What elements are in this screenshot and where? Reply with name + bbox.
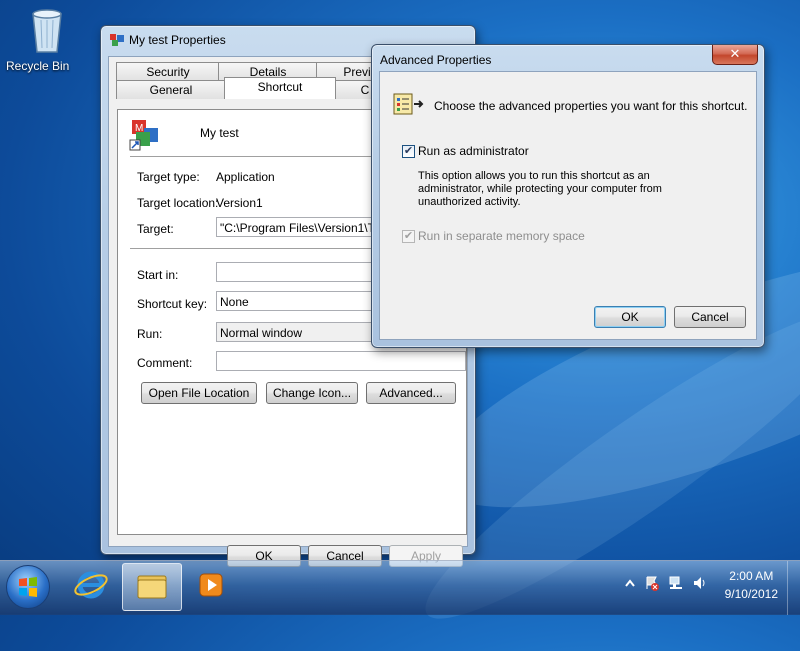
advanced-cancel-button[interactable]: Cancel <box>674 306 746 328</box>
taskbar-internet-explorer[interactable] <box>62 563 120 609</box>
change-icon-button[interactable]: Change Icon... <box>266 382 358 404</box>
start-in-label: Start in: <box>137 268 179 282</box>
tab-shortcut[interactable]: Shortcut <box>224 77 336 99</box>
taskbar-windows-explorer[interactable] <box>122 563 182 611</box>
comment-input[interactable] <box>216 351 466 371</box>
recycle-bin-icon <box>32 9 62 53</box>
taskbar: 2:00 AM 9/10/2012 <box>0 560 800 615</box>
separate-memory-label: Run in separate memory space <box>418 229 585 243</box>
recycle-bin-label: Recycle Bin <box>6 59 70 73</box>
properties-title: My test Properties <box>129 33 226 47</box>
advanced-prompt: Choose the advanced properties you want … <box>434 99 748 113</box>
target-type-label: Target type: <box>137 170 200 184</box>
run-label: Run: <box>137 327 163 341</box>
windows-logo-icon <box>19 577 37 597</box>
clock-time: 2:00 AM <box>729 569 774 583</box>
advanced-button[interactable]: Advanced... <box>366 382 456 404</box>
taskbar-media-player[interactable] <box>182 563 240 609</box>
target-type-value: Application <box>216 170 275 184</box>
run-as-admin-description-line-2: administrator, while protecting your com… <box>418 183 662 195</box>
shortcut-app-icon <box>110 34 124 46</box>
folder-icon <box>137 575 167 599</box>
open-file-location-button[interactable]: Open File Location <box>141 382 257 404</box>
clock-date: 9/10/2012 <box>724 587 778 601</box>
run-as-admin-label[interactable]: Run as administrator <box>418 144 529 158</box>
recycle-bin-shortcut[interactable]: Recycle Bin <box>6 6 74 73</box>
show-desktop-button[interactable] <box>787 561 800 615</box>
run-as-admin-description-line-3: unauthorized activity. <box>418 196 521 208</box>
start-button[interactable] <box>6 565 50 609</box>
properties-list-icon <box>393 93 424 115</box>
advanced-properties-dialog: Advanced Properties ✕ Choose the advance… <box>371 44 765 348</box>
target-label: Target: <box>137 222 174 236</box>
volume-icon[interactable] <box>692 575 708 591</box>
tab-security[interactable]: Security <box>116 62 220 81</box>
comment-label: Comment: <box>137 356 193 370</box>
internet-explorer-icon <box>74 571 108 599</box>
separate-memory-checkbox: ✔ <box>402 230 415 243</box>
advanced-client: Choose the advanced properties you want … <box>379 71 757 340</box>
advanced-titlebar[interactable]: Advanced Properties ✕ <box>372 45 764 73</box>
action-center-icon[interactable] <box>644 575 660 591</box>
advanced-title: Advanced Properties <box>380 53 492 67</box>
shortcut-name: My test <box>200 126 239 140</box>
network-icon[interactable] <box>668 575 684 591</box>
run-as-admin-description-line-1: This option allows you to run this short… <box>418 170 650 182</box>
tab-general[interactable]: General <box>116 80 226 99</box>
shortcut-large-icon: M <box>129 120 158 151</box>
system-clock[interactable]: 2:00 AM 9/10/2012 <box>725 567 778 603</box>
advanced-ok-button[interactable]: OK <box>594 306 666 328</box>
target-location-value: Version1 <box>216 196 263 210</box>
media-player-icon <box>199 573 223 597</box>
target-location-label: Target location: <box>137 196 219 210</box>
run-as-admin-checkbox[interactable]: ✔ <box>402 145 415 158</box>
shortcut-key-label: Shortcut key: <box>137 297 208 311</box>
close-icon: ✕ <box>729 46 741 61</box>
show-hidden-icons-icon[interactable] <box>622 575 638 591</box>
close-button[interactable]: ✕ <box>712 45 758 65</box>
